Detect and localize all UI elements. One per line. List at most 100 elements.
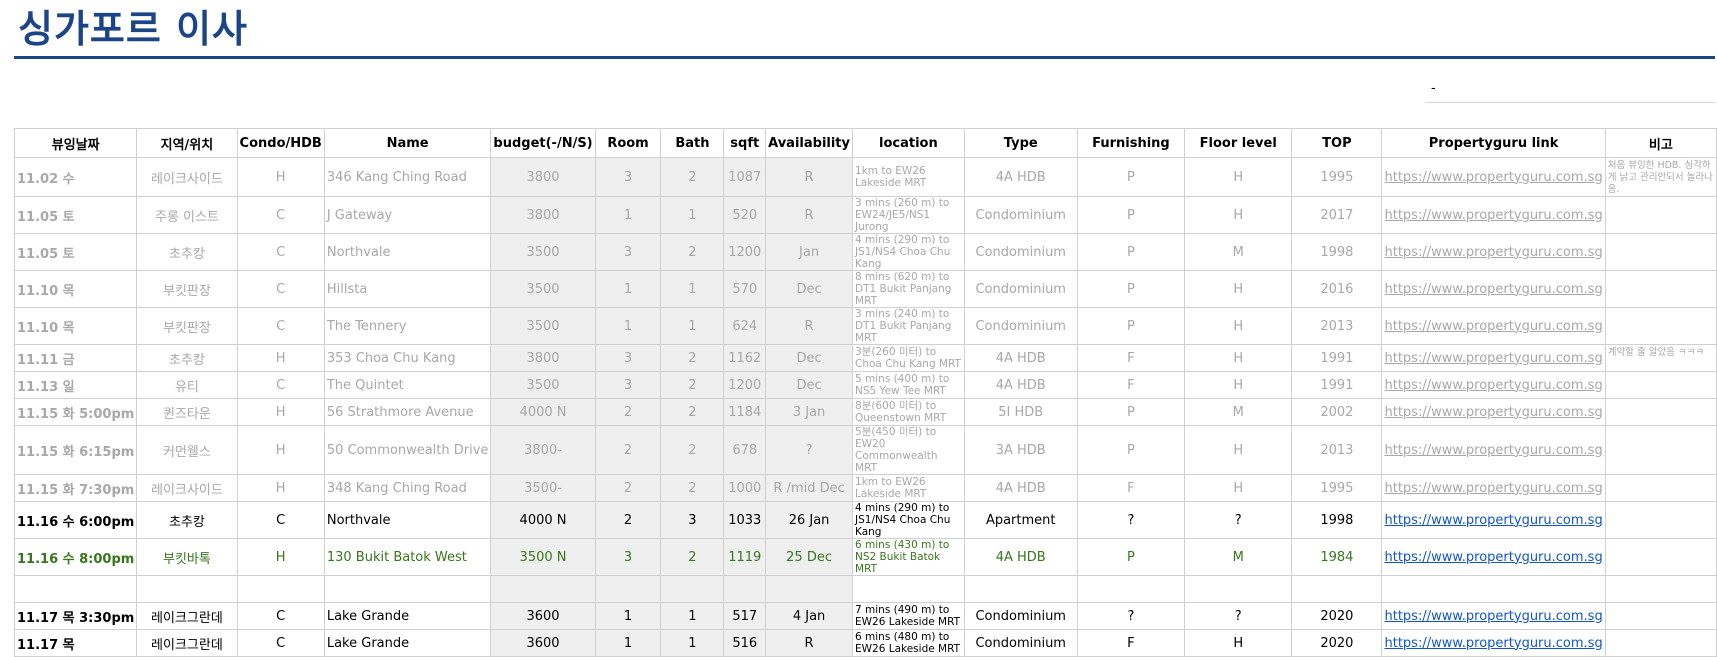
- memo-cell[interactable]: [1604, 371, 1717, 399]
- column-header[interactable]: 지역/위치: [136, 128, 238, 158]
- area-cell[interactable]: 유티: [136, 371, 238, 399]
- name-cell[interactable]: 50 Commonwealth Drive: [323, 425, 492, 475]
- sqft-cell[interactable]: 1119: [723, 538, 767, 576]
- link-cell[interactable]: https://www.propertyguru.com.sg: [1381, 157, 1606, 197]
- link-cell[interactable]: https://www.propertyguru.com.sg: [1381, 474, 1606, 502]
- date-cell[interactable]: 11.13 일: [13, 371, 138, 399]
- area-cell[interactable]: 부킷바톡: [136, 538, 238, 576]
- sqft-cell[interactable]: 678: [723, 425, 767, 475]
- room-cell[interactable]: 3: [594, 344, 662, 372]
- link-cell[interactable]: https://www.propertyguru.com.sg: [1381, 196, 1606, 234]
- budget-cell[interactable]: 3500-: [490, 474, 596, 502]
- room-cell[interactable]: 3: [594, 233, 662, 271]
- link-cell[interactable]: https://www.propertyguru.com.sg: [1381, 371, 1606, 399]
- kind-cell[interactable]: C: [236, 270, 325, 308]
- bath-cell[interactable]: 2: [660, 538, 725, 576]
- bath-cell[interactable]: 1: [660, 629, 725, 657]
- name-cell[interactable]: 56 Strathmore Avenue: [323, 398, 492, 426]
- top-cell[interactable]: 2020: [1291, 602, 1383, 630]
- budget-cell[interactable]: 3500: [490, 307, 596, 345]
- type-cell[interactable]: 5I HDB: [963, 398, 1078, 426]
- room-cell[interactable]: 1: [594, 602, 662, 630]
- area-cell[interactable]: 부킷판장: [136, 307, 238, 345]
- furnishing-cell[interactable]: P: [1076, 157, 1186, 197]
- column-header[interactable]: Name: [323, 128, 492, 158]
- furnishing-cell[interactable]: F: [1076, 474, 1186, 502]
- type-cell[interactable]: Condominium: [963, 233, 1078, 271]
- floor-cell[interactable]: M: [1184, 398, 1293, 426]
- kind-cell[interactable]: C: [236, 307, 325, 345]
- area-cell[interactable]: 부킷판장: [136, 270, 238, 308]
- room-cell[interactable]: 1: [594, 196, 662, 234]
- top-cell[interactable]: 1991: [1291, 344, 1383, 372]
- location-cell[interactable]: 5분(450 미터) to EW20 Commonwealth MRT: [852, 425, 965, 475]
- type-cell[interactable]: 4A HDB: [963, 157, 1078, 197]
- memo-cell[interactable]: [1604, 398, 1717, 426]
- top-cell[interactable]: 2013: [1291, 307, 1383, 345]
- furnishing-cell[interactable]: P: [1076, 196, 1186, 234]
- floor-cell[interactable]: M: [1184, 538, 1293, 576]
- kind-cell[interactable]: C: [236, 196, 325, 234]
- kind-cell[interactable]: H: [236, 344, 325, 372]
- budget-cell[interactable]: 4000 N: [490, 501, 596, 539]
- name-cell[interactable]: 346 Kang Ching Road: [323, 157, 492, 197]
- column-header[interactable]: sqft: [723, 128, 767, 158]
- budget-cell[interactable]: 3800-: [490, 425, 596, 475]
- floor-cell[interactable]: ?: [1184, 602, 1293, 630]
- type-cell[interactable]: 4A HDB: [963, 538, 1078, 576]
- kind-cell[interactable]: H: [236, 538, 325, 576]
- area-cell[interactable]: [136, 575, 238, 603]
- bath-cell[interactable]: 2: [660, 344, 725, 372]
- area-cell[interactable]: 초추캉: [136, 501, 238, 539]
- sqft-cell[interactable]: 517: [723, 602, 767, 630]
- memo-cell[interactable]: 처음 뷰잉한 HDB. 심각하게 낡고 관리안되서 놀라나옴.: [1604, 157, 1717, 197]
- availability-cell[interactable]: R /mid Dec: [765, 474, 854, 502]
- availability-cell[interactable]: R: [765, 629, 854, 657]
- type-cell[interactable]: Condominium: [963, 629, 1078, 657]
- floor-cell[interactable]: ?: [1184, 501, 1293, 539]
- column-header[interactable]: Room: [594, 128, 662, 158]
- link-cell[interactable]: https://www.propertyguru.com.sg: [1381, 501, 1606, 539]
- memo-cell[interactable]: [1604, 196, 1717, 234]
- availability-cell[interactable]: R: [765, 196, 854, 234]
- kind-cell[interactable]: [236, 575, 325, 603]
- bath-cell[interactable]: 2: [660, 371, 725, 399]
- room-cell[interactable]: 2: [594, 398, 662, 426]
- furnishing-cell[interactable]: P: [1076, 538, 1186, 576]
- name-cell[interactable]: Lake Grande: [323, 602, 492, 630]
- type-cell[interactable]: Condominium: [963, 196, 1078, 234]
- name-cell[interactable]: J Gateway: [323, 196, 492, 234]
- furnishing-cell[interactable]: F: [1076, 629, 1186, 657]
- sqft-cell[interactable]: 1000: [723, 474, 767, 502]
- area-cell[interactable]: 주롱 이스트: [136, 196, 238, 234]
- top-cell[interactable]: 1984: [1291, 538, 1383, 576]
- name-cell[interactable]: Hillsta: [323, 270, 492, 308]
- column-header[interactable]: Condo/HDB: [236, 128, 325, 158]
- sqft-cell[interactable]: 520: [723, 196, 767, 234]
- bath-cell[interactable]: 3: [660, 501, 725, 539]
- floor-cell[interactable]: M: [1184, 233, 1293, 271]
- type-cell[interactable]: 4A HDB: [963, 474, 1078, 502]
- link-cell[interactable]: https://www.propertyguru.com.sg: [1381, 629, 1606, 657]
- budget-cell[interactable]: 4000 N: [490, 398, 596, 426]
- name-cell[interactable]: 130 Bukit Batok West: [323, 538, 492, 576]
- room-cell[interactable]: 1: [594, 307, 662, 345]
- date-cell[interactable]: 11.10 목: [13, 307, 138, 345]
- budget-cell[interactable]: 3500 N: [490, 538, 596, 576]
- furnishing-cell[interactable]: F: [1076, 344, 1186, 372]
- type-cell[interactable]: Condominium: [963, 270, 1078, 308]
- top-cell[interactable]: 1995: [1291, 474, 1383, 502]
- kind-cell[interactable]: C: [236, 233, 325, 271]
- type-cell[interactable]: 4A HDB: [963, 344, 1078, 372]
- memo-cell[interactable]: [1604, 538, 1717, 576]
- furnishing-cell[interactable]: P: [1076, 425, 1186, 475]
- top-cell[interactable]: 2013: [1291, 425, 1383, 475]
- date-cell[interactable]: 11.17 목 3:30pm: [13, 602, 138, 630]
- bath-cell[interactable]: 2: [660, 425, 725, 475]
- kind-cell[interactable]: H: [236, 157, 325, 197]
- bath-cell[interactable]: [660, 575, 725, 603]
- date-cell[interactable]: 11.11 금: [13, 344, 138, 372]
- memo-cell[interactable]: [1604, 629, 1717, 657]
- availability-cell[interactable]: 4 Jan: [765, 602, 854, 630]
- area-cell[interactable]: 레이크사이드: [136, 157, 238, 197]
